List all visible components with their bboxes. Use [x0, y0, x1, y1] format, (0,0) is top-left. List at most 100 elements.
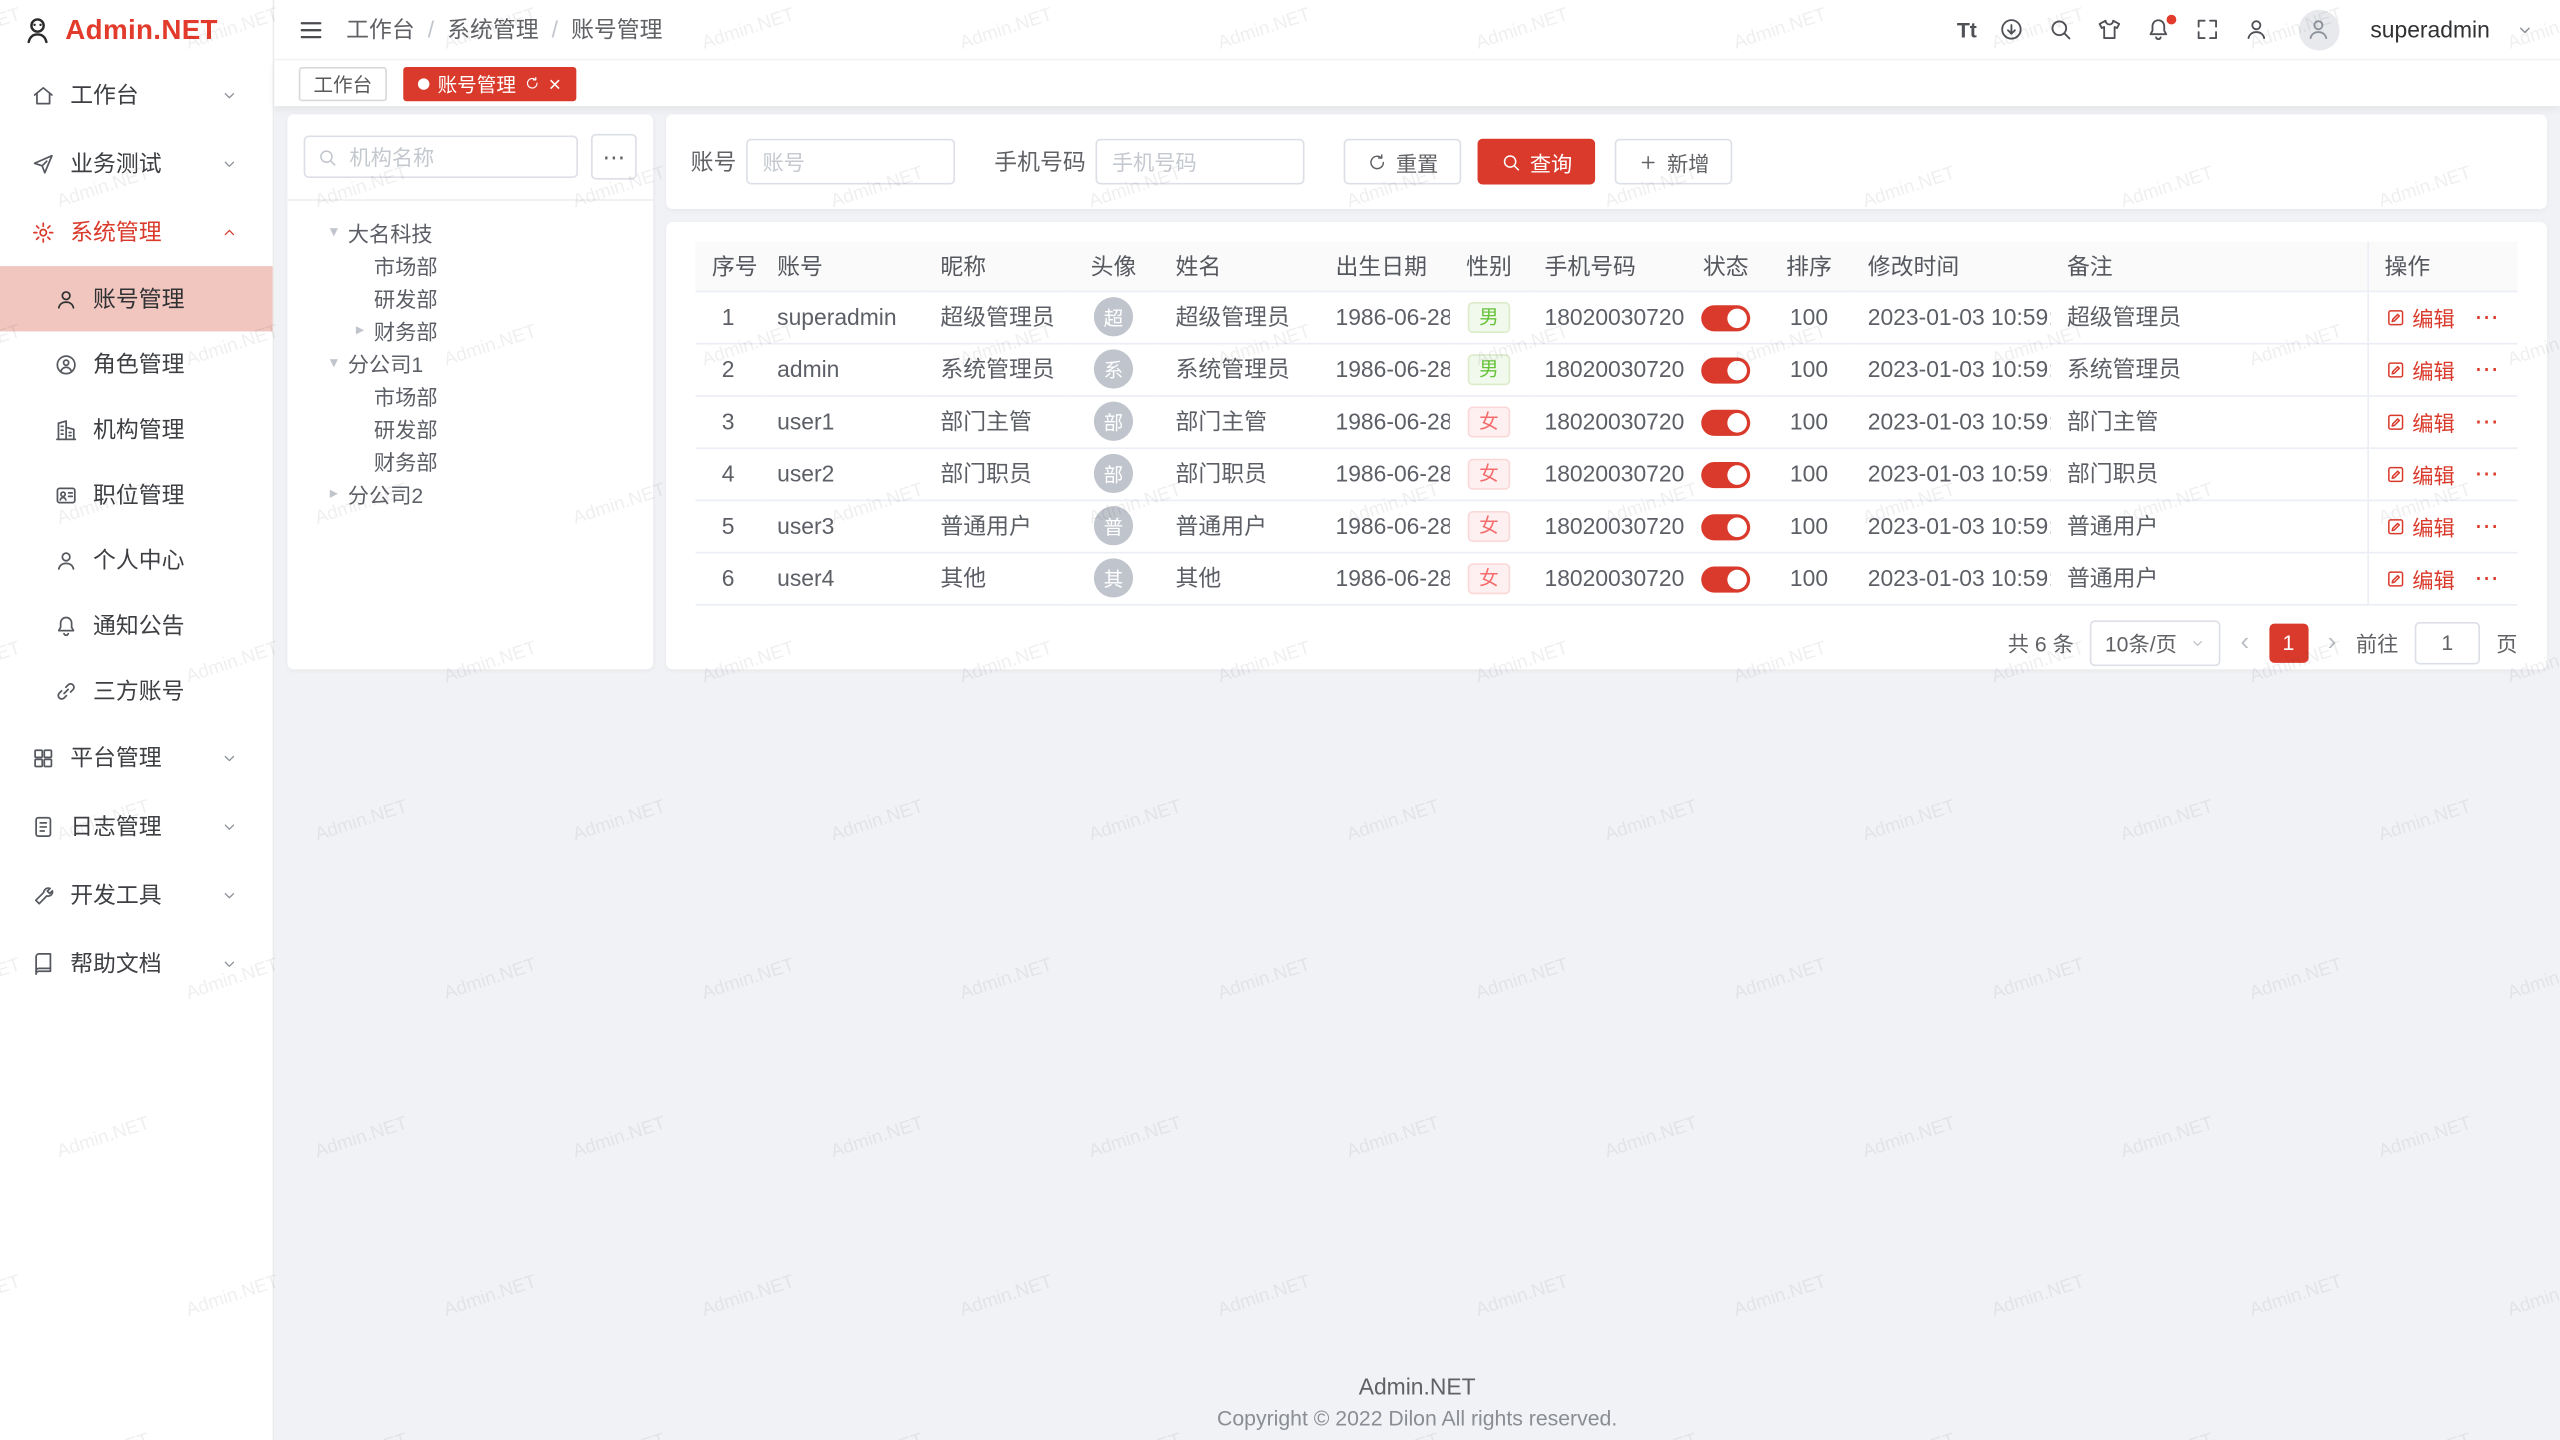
row-more-button[interactable]	[2474, 356, 2498, 382]
sidebar-subitem-profile-center[interactable]: 个人中心	[0, 527, 273, 592]
reset-button[interactable]: 重置	[1344, 139, 1462, 185]
chevron-down-icon[interactable]	[2516, 20, 2534, 38]
page-size-select[interactable]: 10条/页	[2090, 620, 2221, 666]
tree-node[interactable]: 研发部	[297, 411, 643, 444]
sidebar-subitem-role-manage[interactable]: 角色管理	[0, 331, 273, 396]
edit-button[interactable]: 编辑	[2384, 301, 2454, 332]
fullscreen-button[interactable]	[2194, 16, 2222, 44]
tree-node[interactable]: 分公司1	[297, 346, 643, 379]
org-icon	[54, 417, 78, 441]
chevUp-icon	[220, 223, 238, 241]
tab-账号管理[interactable]: 账号管理	[403, 66, 575, 100]
status-toggle[interactable]	[1701, 409, 1750, 435]
sidebar-item-log-manage[interactable]: 日志管理	[0, 792, 273, 861]
sidebar-item-workbench[interactable]: 工作台	[0, 60, 273, 129]
cell-order: 100	[1767, 552, 1852, 604]
tree-node[interactable]: 大名科技	[297, 216, 643, 249]
theme-button[interactable]	[2096, 16, 2124, 44]
font-size-button[interactable]: Tt	[1957, 16, 1977, 44]
sidebar-item-dev-tools[interactable]: 开发工具	[0, 860, 273, 929]
edit-button[interactable]: 编辑	[2384, 353, 2454, 384]
table-row: 1superadmin超级管理员超超级管理员1986-06-28男1802003…	[696, 291, 2518, 343]
avatar[interactable]	[2299, 9, 2340, 50]
tree-node[interactable]: 市场部	[297, 248, 643, 281]
status-toggle[interactable]	[1701, 566, 1750, 592]
add-button[interactable]: 新增	[1615, 139, 1733, 185]
hamburger-menu-icon[interactable]	[297, 16, 325, 44]
tree-caret-icon[interactable]	[346, 321, 374, 339]
tab-close-icon[interactable]	[549, 73, 561, 94]
app-logo[interactable]: Admin.NET	[0, 0, 273, 60]
phone-input[interactable]	[1096, 139, 1305, 185]
sidebar-subitem-post-manage[interactable]: 职位管理	[0, 462, 273, 527]
sidebar-item-platform-manage[interactable]: 平台管理	[0, 723, 273, 792]
sidebar-subitem-third-account[interactable]: 三方账号	[0, 658, 273, 723]
sidebar-subitem-org-manage[interactable]: 机构管理	[0, 397, 273, 462]
sidebar-item-system-manage[interactable]: 系统管理	[0, 198, 273, 267]
tree-caret-icon[interactable]	[320, 223, 348, 241]
edit-button[interactable]: 编辑	[2384, 510, 2454, 541]
next-page-button[interactable]	[2324, 628, 2339, 657]
tree-node[interactable]: 分公司2	[297, 477, 643, 510]
tree-caret-icon[interactable]	[320, 484, 348, 502]
chevDown-icon	[220, 886, 238, 904]
breadcrumb-item[interactable]: 账号管理	[571, 13, 662, 46]
cell-order: 100	[1767, 291, 1852, 343]
query-button[interactable]: 查询	[1478, 139, 1596, 185]
sidebar-item-help-docs[interactable]: 帮助文档	[0, 929, 273, 998]
row-more-button[interactable]	[2474, 513, 2498, 539]
account-input[interactable]	[746, 139, 955, 185]
column-header: 头像	[1068, 242, 1159, 291]
goto-page-input[interactable]	[2415, 621, 2480, 663]
edit-button[interactable]: 编辑	[2384, 458, 2454, 489]
edit-button[interactable]: 编辑	[2384, 562, 2454, 593]
edit-button[interactable]: 编辑	[2384, 406, 2454, 437]
row-more-button[interactable]	[2474, 408, 2498, 434]
column-header: 姓名	[1159, 242, 1319, 291]
status-toggle[interactable]	[1701, 514, 1750, 540]
phone-label: 手机号码	[994, 145, 1085, 178]
status-toggle[interactable]	[1701, 305, 1750, 331]
tree-node[interactable]: 研发部	[297, 281, 643, 314]
reset-label: 重置	[1396, 146, 1438, 177]
tree-node-label: 市场部	[374, 380, 438, 411]
gender-badge: 男	[1468, 353, 1510, 384]
tree-caret-icon[interactable]	[320, 353, 348, 371]
status-toggle[interactable]	[1701, 357, 1750, 383]
plus-icon	[1638, 151, 1659, 172]
edit-label: 编辑	[2412, 510, 2454, 541]
tree-node-label: 研发部	[374, 412, 438, 443]
menu-search-button[interactable]	[2047, 16, 2075, 44]
breadcrumb-item[interactable]: 工作台	[346, 13, 415, 46]
row-more-button[interactable]	[2474, 460, 2498, 486]
gender-badge: 女	[1468, 458, 1510, 489]
org-search-input[interactable]	[346, 143, 565, 171]
user-center-button[interactable]	[2243, 16, 2271, 44]
topbar-actions: Tt superadmin	[1957, 9, 2534, 50]
footer-title: Admin.NET	[274, 1373, 2560, 1399]
sidebar-subitem-notice[interactable]: 通知公告	[0, 593, 273, 658]
tab-工作台[interactable]: 工作台	[299, 66, 387, 100]
status-toggle[interactable]	[1701, 461, 1750, 487]
gender-badge: 女	[1468, 406, 1510, 437]
prev-page-button[interactable]	[2237, 628, 2252, 657]
tree-node[interactable]: 市场部	[297, 379, 643, 412]
username[interactable]: superadmin	[2370, 16, 2489, 42]
app-title: Admin.NET	[65, 14, 218, 47]
row-more-button[interactable]	[2474, 565, 2498, 591]
breadcrumb-item[interactable]: 系统管理	[447, 13, 538, 46]
gear-icon	[31, 220, 55, 244]
tree-node[interactable]: 财务部	[297, 444, 643, 477]
current-page-button[interactable]: 1	[2269, 623, 2308, 662]
component-size-button[interactable]	[1998, 16, 2026, 44]
breadcrumb-separator	[428, 16, 434, 42]
row-more-button[interactable]	[2474, 304, 2498, 330]
cell-birth: 1986-06-28	[1319, 291, 1450, 343]
tree-node[interactable]: 财务部	[297, 313, 643, 346]
cell-birth: 1986-06-28	[1319, 552, 1450, 604]
notification-button[interactable]	[2145, 16, 2173, 44]
edit-label: 编辑	[2412, 458, 2454, 489]
org-more-button[interactable]	[591, 134, 637, 180]
sidebar-item-business-test[interactable]: 业务测试	[0, 129, 273, 198]
sidebar-subitem-account-manage[interactable]: 账号管理	[0, 266, 273, 331]
